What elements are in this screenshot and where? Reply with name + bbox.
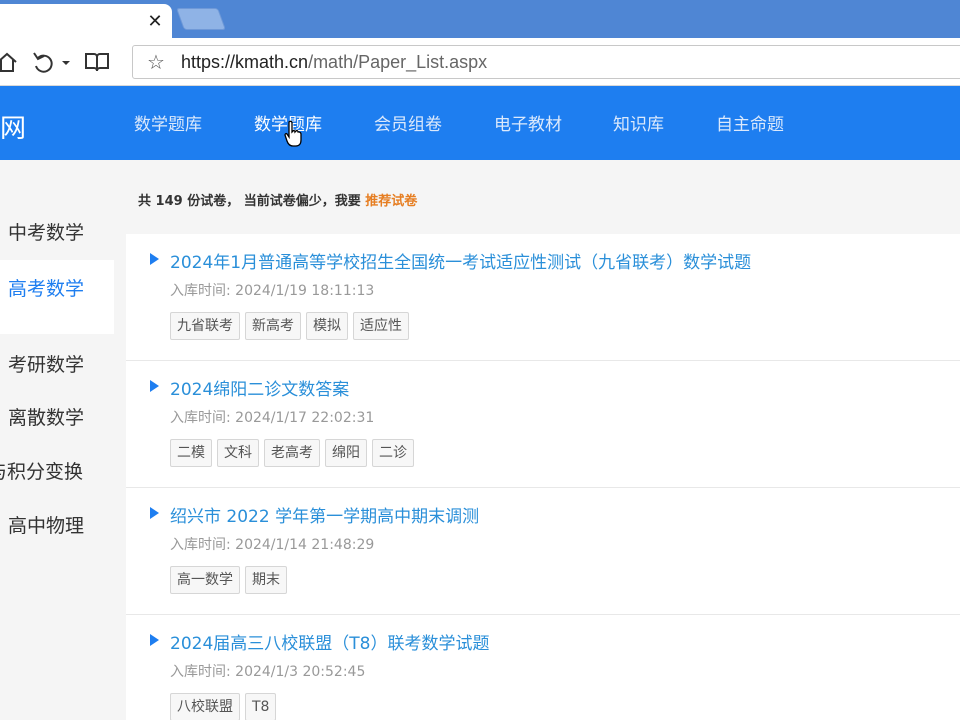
- list-item: 2024年1月普通高等学校招生全国统一考试适应性测试（九省联考）数学试题 入库时…: [126, 234, 960, 361]
- paper-list-main: 共 149 份试卷， 当前试卷偏少，我要 推荐试卷 2024年1月普通高等学校招…: [126, 160, 960, 720]
- sidebar-item-kaoyan[interactable]: 考研数学: [0, 350, 114, 377]
- triangle-bullet-icon: [150, 634, 159, 646]
- tag-list: 八校联盟 T8: [170, 693, 277, 720]
- sidebar-item-integral-transform[interactable]: 与积分变换: [0, 457, 102, 484]
- paper-date: 入库时间: 2024/1/3 20:52:45: [170, 664, 366, 680]
- tag[interactable]: T8: [245, 693, 277, 720]
- reading-mode-icon[interactable]: [84, 50, 110, 74]
- sidebar-item-physics[interactable]: 高中物理: [0, 511, 114, 538]
- paper-list: 2024年1月普通高等学校招生全国统一考试适应性测试（九省联考）数学试题 入库时…: [126, 234, 960, 720]
- url-text[interactable]: https://kmath.cn/math/Paper_List.aspx: [181, 52, 487, 73]
- tag-list: 九省联考 新高考 模拟 适应性: [170, 312, 409, 340]
- triangle-bullet-icon: [150, 380, 159, 392]
- paper-title-link[interactable]: 2024年1月普通高等学校招生全国统一考试适应性测试（九省联考）数学试题: [170, 248, 751, 273]
- browser-tab-strip: ✕: [0, 0, 960, 38]
- list-item: 2024绵阳二诊文数答案 入库时间: 2024/1/17 22:02:31 二模…: [126, 361, 960, 488]
- paper-date: 入库时间: 2024/1/17 22:02:31: [170, 410, 375, 426]
- tag[interactable]: 二诊: [372, 439, 414, 467]
- tag[interactable]: 期末: [245, 566, 287, 594]
- paper-date: 入库时间: 2024/1/19 18:11:13: [170, 283, 375, 299]
- address-bar[interactable]: ☆ https://kmath.cn/math/Paper_List.aspx: [132, 45, 960, 79]
- category-sidebar: 中考数学 高考数学 考研数学 离散数学 与积分变换 高中物理: [0, 160, 126, 720]
- tag[interactable]: 高一数学: [170, 566, 240, 594]
- new-tab-button[interactable]: [175, 8, 227, 30]
- tag[interactable]: 新高考: [245, 312, 301, 340]
- tag[interactable]: 绵阳: [325, 439, 367, 467]
- tag[interactable]: 适应性: [353, 312, 409, 340]
- nav-item-math-bank-1[interactable]: 数学题库: [134, 110, 202, 135]
- undo-icon[interactable]: [30, 50, 72, 74]
- sidebar-item-gaokao[interactable]: 高考数学: [0, 260, 114, 334]
- tag[interactable]: 九省联考: [170, 312, 240, 340]
- browser-tab-active[interactable]: ✕: [0, 4, 172, 38]
- recommend-paper-link[interactable]: 推荐试卷: [365, 194, 417, 209]
- paper-title-link[interactable]: 绍兴市 2022 学年第一学期高中期末调测: [170, 502, 479, 527]
- list-item: 绍兴市 2022 学年第一学期高中期末调测 入库时间: 2024/1/14 21…: [126, 488, 960, 615]
- mouse-cursor-icon: [284, 120, 302, 147]
- tag-list: 高一数学 期末: [170, 566, 287, 594]
- nav-item-knowledge[interactable]: 知识库: [613, 110, 664, 135]
- paper-date: 入库时间: 2024/1/14 21:48:29: [170, 537, 375, 553]
- home-icon[interactable]: [0, 50, 18, 74]
- nav-item-member-compose[interactable]: 会员组卷: [374, 110, 442, 135]
- list-item: 2024届高三八校联盟（T8）联考数学试题 入库时间: 2024/1/3 20:…: [126, 615, 960, 720]
- paper-title-link[interactable]: 2024绵阳二诊文数答案: [170, 375, 349, 400]
- tag[interactable]: 文科: [217, 439, 259, 467]
- nav-item-custom-exam[interactable]: 自主命题: [716, 110, 784, 135]
- browser-toolbar: ☆ https://kmath.cn/math/Paper_List.aspx: [0, 38, 960, 86]
- tag[interactable]: 模拟: [306, 312, 348, 340]
- sidebar-item-zhongkao[interactable]: 中考数学: [0, 218, 114, 245]
- tag[interactable]: 八校联盟: [170, 693, 240, 720]
- paper-count-summary: 共 149 份试卷， 当前试卷偏少，我要 推荐试卷: [138, 194, 418, 209]
- nav-item-ebook[interactable]: 电子教材: [494, 110, 562, 135]
- tag[interactable]: 二模: [170, 439, 212, 467]
- sidebar-item-discrete[interactable]: 离散数学: [0, 403, 114, 430]
- tag-list: 二模 文科 老高考 绵阳 二诊: [170, 439, 414, 467]
- triangle-bullet-icon: [150, 507, 159, 519]
- bookmark-star-icon[interactable]: ☆: [147, 50, 165, 74]
- paper-title-link[interactable]: 2024届高三八校联盟（T8）联考数学试题: [170, 629, 489, 654]
- site-nav: 网 数学题库 数学题库 会员组卷 电子教材 知识库 自主命题: [0, 86, 960, 160]
- close-tab-icon[interactable]: ✕: [146, 12, 164, 32]
- site-brand[interactable]: 网: [0, 108, 26, 145]
- triangle-bullet-icon: [150, 253, 159, 265]
- tag[interactable]: 老高考: [264, 439, 320, 467]
